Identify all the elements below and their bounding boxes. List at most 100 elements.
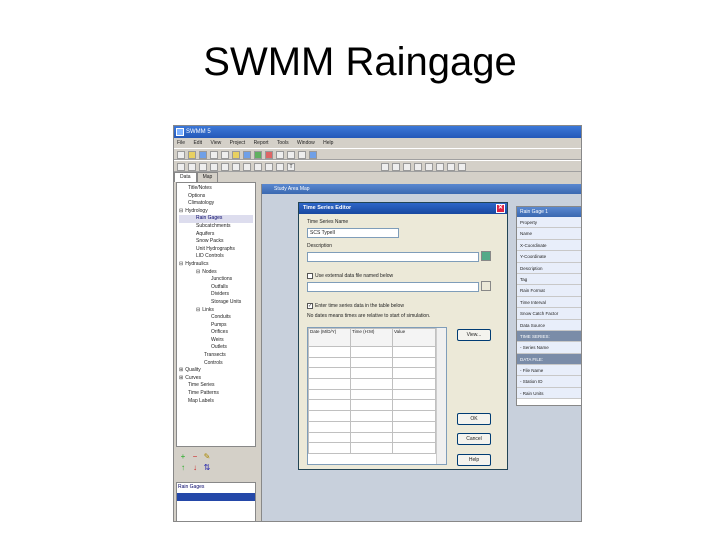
pump-icon[interactable] — [254, 163, 262, 171]
property-row[interactable]: Rain Format — [517, 285, 581, 297]
zoom-out-icon[interactable] — [436, 163, 444, 171]
tree-expander-icon[interactable]: ⊞ — [179, 367, 183, 373]
edit-description-icon[interactable] — [481, 251, 491, 261]
menu-view[interactable]: View — [210, 140, 221, 146]
tree-expander-icon[interactable]: ⊟ — [196, 307, 200, 313]
tree-item[interactable]: Controls — [179, 360, 253, 368]
tree-item[interactable]: LID Controls — [179, 253, 253, 261]
property-row[interactable]: - Series Name — [517, 342, 581, 354]
object-list[interactable]: Rain Gages — [176, 482, 256, 521]
triangle-icon[interactable] — [210, 163, 218, 171]
tree-item[interactable]: Rain Gages — [179, 215, 253, 223]
property-row[interactable]: Description — [517, 262, 581, 274]
region-icon[interactable] — [403, 163, 411, 171]
tree-expander-icon[interactable]: ⊞ — [179, 375, 183, 381]
property-row[interactable]: X-Coordinate — [517, 239, 581, 252]
tree-item[interactable]: ⊟ Hydrology — [179, 208, 253, 216]
square-icon[interactable] — [232, 163, 240, 171]
vertex-icon[interactable] — [392, 163, 400, 171]
tree-item[interactable]: ⊞ Quality — [179, 367, 253, 375]
tree-item[interactable]: Conduits — [179, 314, 253, 322]
pointer-icon[interactable] — [381, 163, 389, 171]
enter-data-checkbox[interactable]: ✓ — [307, 303, 313, 309]
tree-item[interactable]: Junctions — [179, 276, 253, 284]
menu-window[interactable]: Window — [297, 140, 315, 146]
menu-project[interactable]: Project — [230, 140, 246, 146]
new-icon[interactable] — [177, 151, 185, 159]
ok-button[interactable]: OK — [457, 413, 491, 425]
property-row[interactable]: Name — [517, 228, 581, 240]
table-row[interactable] — [308, 378, 436, 390]
pan-icon[interactable] — [414, 163, 422, 171]
stats-icon[interactable] — [287, 151, 295, 159]
property-row[interactable]: Snow Catch Factor — [517, 308, 581, 320]
table-row[interactable] — [308, 420, 436, 433]
external-file-input[interactable] — [307, 282, 479, 292]
delete-object-button[interactable]: − — [190, 452, 200, 461]
tree-item[interactable]: ⊞ Curves — [179, 375, 253, 383]
text-icon[interactable]: T — [287, 163, 295, 171]
property-row[interactable]: Property — [517, 217, 581, 229]
tree-item[interactable]: Pumps — [179, 322, 253, 330]
view-button[interactable]: View... — [457, 329, 491, 341]
node-icon[interactable] — [188, 163, 196, 171]
menu-file[interactable]: File — [177, 140, 185, 146]
tree-item[interactable]: ⊟ Nodes — [179, 269, 253, 277]
property-row[interactable]: - Station ID — [517, 376, 581, 388]
property-row[interactable]: Time Interval — [517, 296, 581, 309]
menu-edit[interactable]: Edit — [193, 140, 202, 146]
print-icon[interactable] — [210, 151, 218, 159]
polygon-icon[interactable] — [199, 163, 207, 171]
tree-item[interactable]: Time Series — [179, 382, 253, 390]
tree-item[interactable]: Transects — [179, 352, 253, 360]
menu-report[interactable]: Report — [254, 140, 269, 146]
external-file-checkbox[interactable] — [307, 273, 313, 279]
browse-file-icon[interactable] — [481, 281, 491, 291]
table-row[interactable] — [308, 367, 436, 380]
add-object-button[interactable]: + — [178, 452, 188, 461]
menu-tools[interactable]: Tools — [277, 140, 289, 146]
property-row[interactable]: Y-Coordinate — [517, 251, 581, 263]
tree-expander-icon[interactable]: ⊟ — [179, 208, 183, 214]
zoom-in-icon[interactable] — [425, 163, 433, 171]
tree-item[interactable]: Options — [179, 193, 253, 201]
table-row[interactable] — [308, 399, 436, 412]
tree-item[interactable]: Time Patterns — [179, 390, 253, 398]
table-row[interactable] — [308, 410, 436, 422]
tree-expander-icon[interactable]: ⊟ — [196, 269, 200, 275]
tree-item[interactable]: Weirs — [179, 337, 253, 345]
move-up-button[interactable]: ↑ — [178, 463, 188, 472]
tree-item[interactable]: Title/Notes — [179, 185, 253, 193]
edit-object-button[interactable]: ✎ — [202, 452, 212, 461]
table-icon[interactable] — [276, 151, 284, 159]
cancel-button[interactable]: Cancel — [457, 433, 491, 445]
full-extent-icon[interactable] — [447, 163, 455, 171]
table-scrollbar[interactable] — [436, 328, 446, 464]
table-row[interactable] — [308, 388, 436, 401]
tree-item[interactable]: Unit Hydrographs — [179, 246, 253, 254]
menu-help[interactable]: Help — [323, 140, 333, 146]
tree-expander-icon[interactable]: ⊟ — [179, 261, 183, 267]
help-button[interactable]: Help — [457, 454, 491, 466]
description-input[interactable] — [307, 252, 479, 262]
graph-icon[interactable] — [254, 151, 262, 159]
property-row[interactable]: - Rain Units — [517, 387, 581, 400]
table-row[interactable] — [308, 431, 436, 444]
property-row[interactable]: Tag — [517, 273, 581, 286]
report-icon[interactable] — [243, 151, 251, 159]
tab-data[interactable]: Data — [174, 172, 197, 182]
link-icon[interactable] — [243, 163, 251, 171]
run-icon[interactable] — [232, 151, 240, 159]
tree-item[interactable]: Aquifers — [179, 231, 253, 239]
move-down-button[interactable]: ↓ — [190, 463, 200, 472]
find-icon[interactable] — [221, 151, 229, 159]
series-name-input[interactable]: SCS TypeII — [307, 228, 399, 238]
tree-item[interactable]: Map Labels — [179, 398, 253, 406]
tree-item[interactable]: Orifices — [179, 329, 253, 337]
open-icon[interactable] — [188, 151, 196, 159]
circle-icon[interactable] — [221, 163, 229, 171]
orifice-icon[interactable] — [265, 163, 273, 171]
tree-item[interactable]: Storage Units — [179, 299, 253, 307]
table-row[interactable] — [308, 442, 436, 454]
tree-item[interactable]: Subcatchments — [179, 223, 253, 231]
